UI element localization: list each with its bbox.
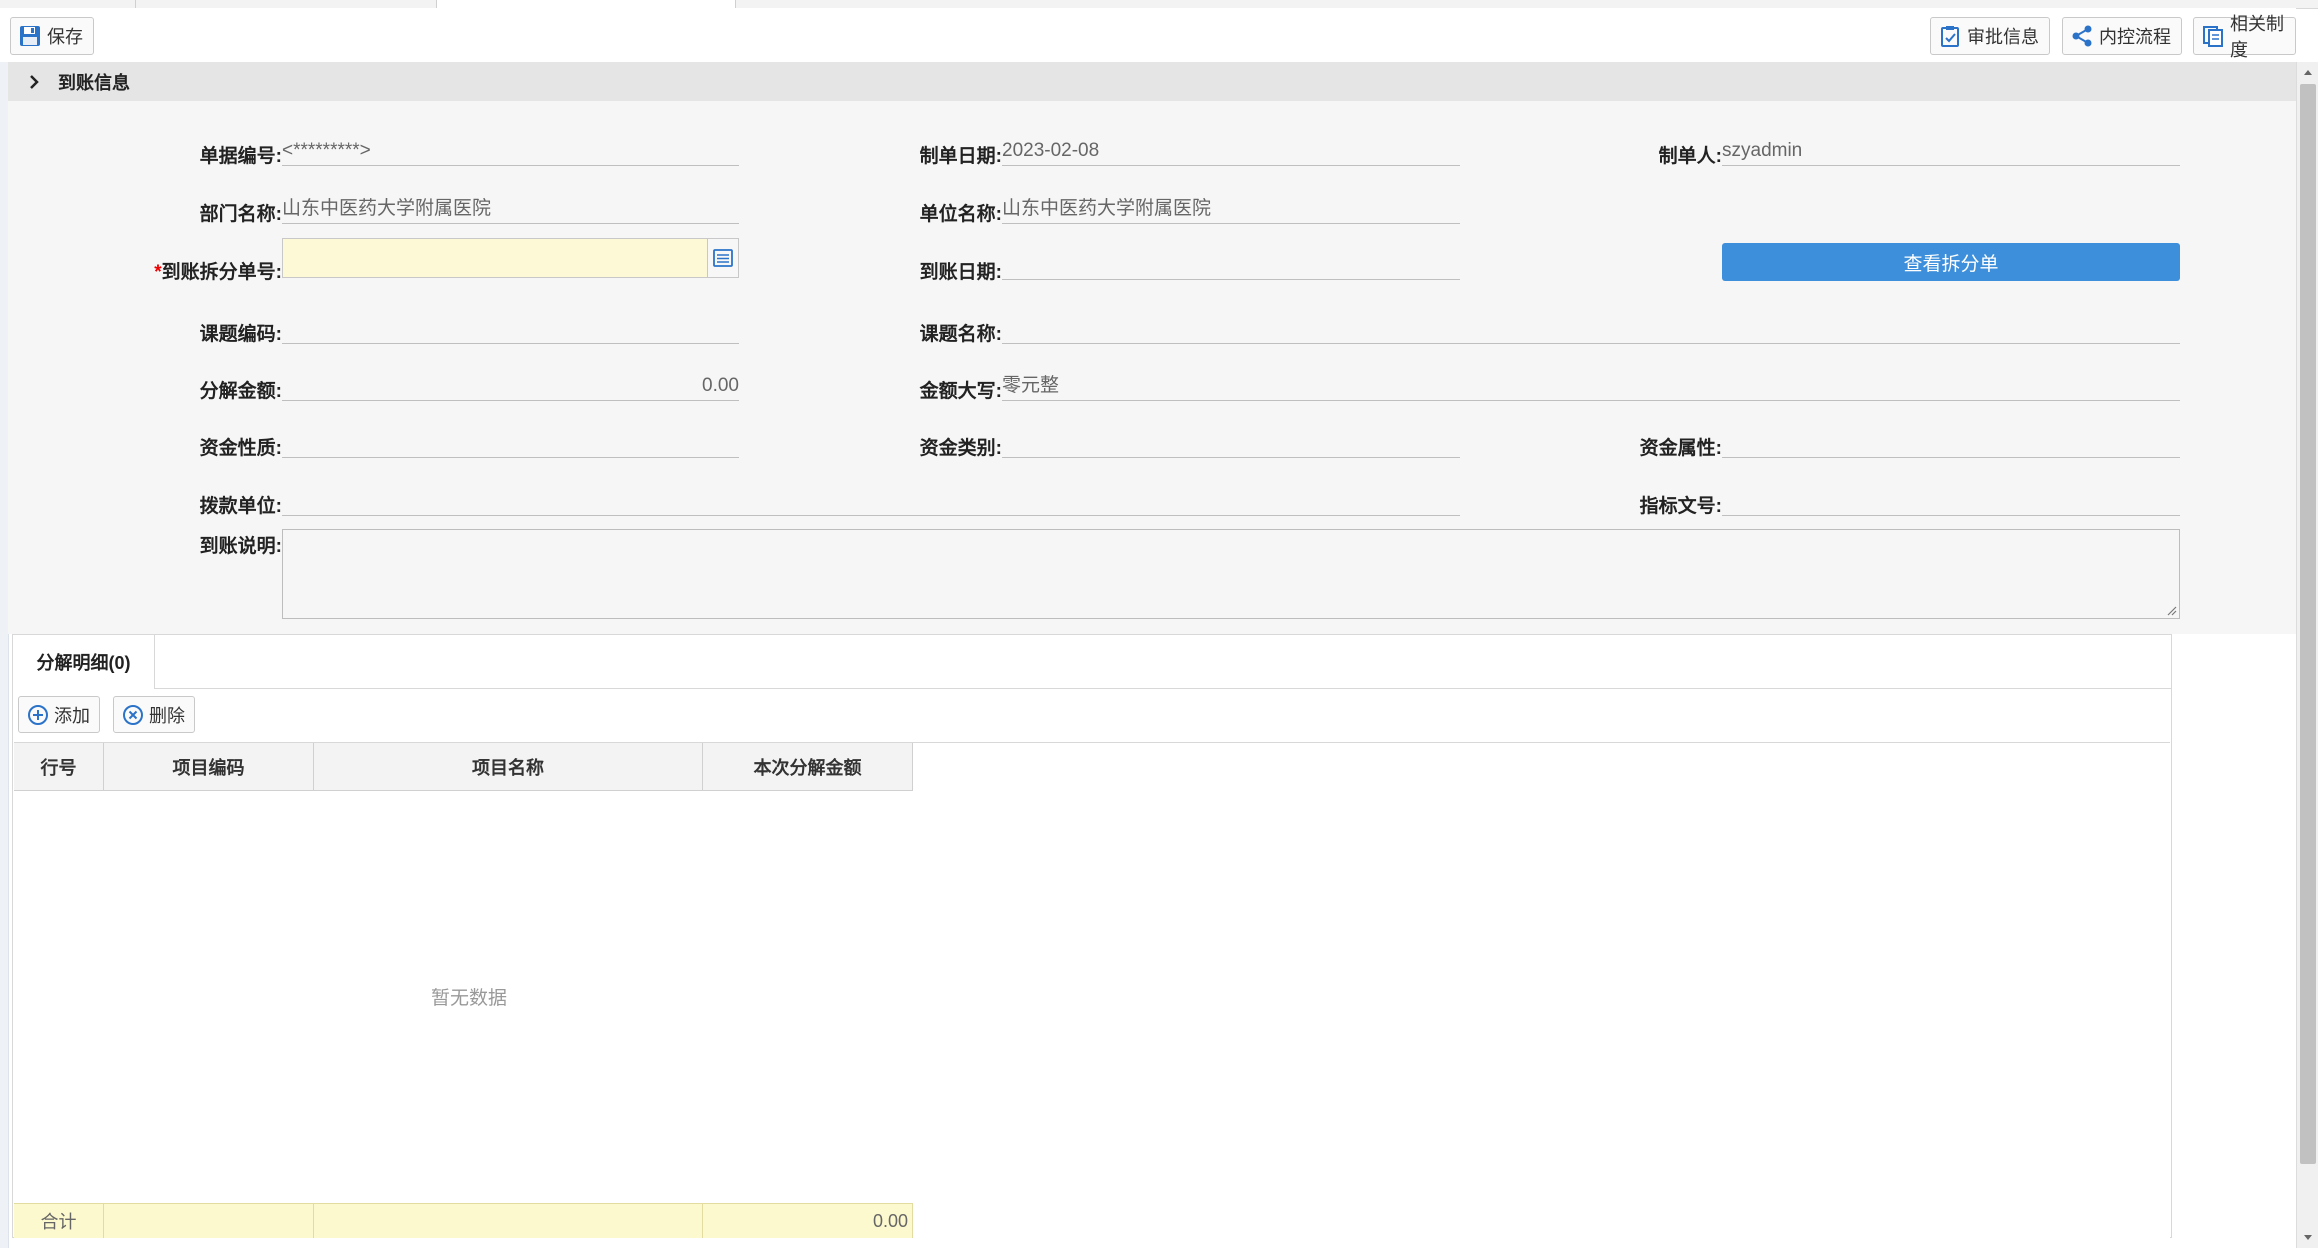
scroll-down-icon[interactable] xyxy=(2297,1228,2318,1248)
delete-row-button[interactable]: 删除 xyxy=(113,696,195,733)
empty-placeholder: 暂无数据 xyxy=(430,988,507,1009)
arrival-date-label: 到账日期: xyxy=(919,262,1002,283)
footer-cell xyxy=(104,1203,314,1238)
required-marker: * xyxy=(154,262,162,283)
doc-no-label: 单据编号: xyxy=(199,146,282,167)
internal-control-flow-button[interactable]: 内控流程 xyxy=(2062,17,2182,55)
document-copy-icon xyxy=(2203,26,2223,47)
doc-no-field: <*********> xyxy=(282,137,739,166)
toolbar: 保存 审批信息 内控流程 相关制度 xyxy=(0,8,2296,62)
topic-name-label: 课题名称: xyxy=(919,324,1002,345)
column-header-row-no[interactable]: 行号 xyxy=(14,743,104,791)
create-date-field: 2023-02-08 xyxy=(1002,137,1460,166)
split-no-input[interactable] xyxy=(282,238,708,278)
split-amount-label: 分解金额: xyxy=(199,381,282,402)
list-picker-icon xyxy=(713,249,733,267)
save-button[interactable]: 保存 xyxy=(10,17,94,55)
fund-category-field[interactable] xyxy=(1002,429,1460,458)
split-no-picker-button[interactable] xyxy=(707,238,739,278)
top-tab[interactable] xyxy=(136,0,437,8)
unit-field: 山东中医药大学附属医院 xyxy=(1002,195,1460,224)
arrival-note-textarea[interactable] xyxy=(282,529,2180,619)
fund-attr-label: 资金属性: xyxy=(1639,438,1722,459)
scroll-up-icon[interactable] xyxy=(2297,62,2318,82)
arrival-date-field[interactable] xyxy=(1002,251,1460,280)
dept-field: 山东中医药大学附属医院 xyxy=(282,195,739,224)
chevron-right-icon[interactable] xyxy=(28,74,40,89)
footer-total-label: 合计 xyxy=(14,1203,104,1238)
related-policy-button[interactable]: 相关制度 xyxy=(2193,14,2296,60)
detail-grid: 行号 项目编码 项目名称 本次分解金额 暂无数据 合计 0.00 xyxy=(14,742,2170,1238)
arrival-info-form: 单据编号: <*********> 制单日期: 2023-02-08 制单人: … xyxy=(8,101,2296,634)
grid-footer: 合计 0.00 xyxy=(14,1203,913,1238)
add-row-label: 添加 xyxy=(54,705,90,726)
unit-label: 单位名称: xyxy=(919,204,1002,225)
add-row-button[interactable]: 添加 xyxy=(18,696,100,733)
save-label: 保存 xyxy=(47,27,83,47)
split-no-label: *到账拆分单号: xyxy=(68,257,282,284)
delete-row-label: 删除 xyxy=(149,705,185,726)
topic-name-field[interactable] xyxy=(1002,315,2180,344)
create-date-label: 制单日期: xyxy=(919,146,1002,167)
resize-handle-icon[interactable] xyxy=(2165,604,2177,616)
detail-tab-bar: 分解明细(0) xyxy=(13,635,2171,689)
save-icon xyxy=(20,26,40,46)
view-split-button[interactable]: 查看拆分单 xyxy=(1722,243,2180,281)
column-header-project-code[interactable]: 项目编码 xyxy=(104,743,314,791)
column-header-split-amount[interactable]: 本次分解金额 xyxy=(703,743,913,791)
vertical-scrollbar[interactable] xyxy=(2296,62,2318,1248)
fund-attr-field[interactable] xyxy=(1722,429,2180,458)
split-no-label-text: 到账拆分单号: xyxy=(161,262,282,283)
panel-title: 到账信息 xyxy=(58,72,130,93)
payer-unit-field[interactable] xyxy=(282,487,1460,516)
grid-header: 行号 项目编码 项目名称 本次分解金额 xyxy=(14,743,913,791)
fund-nature-field[interactable] xyxy=(282,429,739,458)
top-tab[interactable] xyxy=(0,0,136,8)
dept-label: 部门名称: xyxy=(199,204,282,225)
plus-circle-icon xyxy=(28,704,48,725)
footer-total-amount: 0.00 xyxy=(703,1203,913,1238)
clipboard-icon xyxy=(1941,26,1959,47)
approval-info-label: 审批信息 xyxy=(1967,27,2039,47)
index-doc-field[interactable] xyxy=(1722,487,2180,516)
payer-unit-label: 拨款单位: xyxy=(199,496,282,517)
creator-label: 制单人: xyxy=(1658,146,1722,167)
column-header-project-name[interactable]: 项目名称 xyxy=(314,743,703,791)
fund-category-label: 资金类别: xyxy=(919,438,1002,459)
creator-field: szyadmin xyxy=(1722,137,2180,166)
index-doc-label: 指标文号: xyxy=(1639,496,1722,517)
share-flow-icon xyxy=(2072,25,2092,47)
internal-control-flow-label: 内控流程 xyxy=(2099,27,2171,47)
close-circle-icon xyxy=(123,704,143,725)
topic-code-label: 课题编码: xyxy=(199,324,282,345)
tab-split-detail[interactable]: 分解明细(0) xyxy=(13,635,155,689)
approval-info-button[interactable]: 审批信息 xyxy=(1930,17,2050,55)
fund-nature-label: 资金性质: xyxy=(199,438,282,459)
amount-upper-label: 金额大写: xyxy=(919,381,1002,402)
detail-panel: 分解明细(0) 添加 删除 行号 项目编码 项目名称 本次分解金额 暂无数据 合… xyxy=(12,634,2172,1238)
topic-code-field[interactable] xyxy=(282,315,739,344)
related-policy-label: 相关制度 xyxy=(2230,14,2284,60)
scrollbar-thumb[interactable] xyxy=(2300,84,2316,1164)
amount-upper-field: 零元整 xyxy=(1002,372,2180,401)
arrival-note-label: 到账说明: xyxy=(199,536,282,557)
panel-header-arrival-info[interactable]: 到账信息 xyxy=(8,62,2296,102)
footer-cell xyxy=(314,1203,703,1238)
split-amount-field: 0.00 xyxy=(282,372,739,401)
